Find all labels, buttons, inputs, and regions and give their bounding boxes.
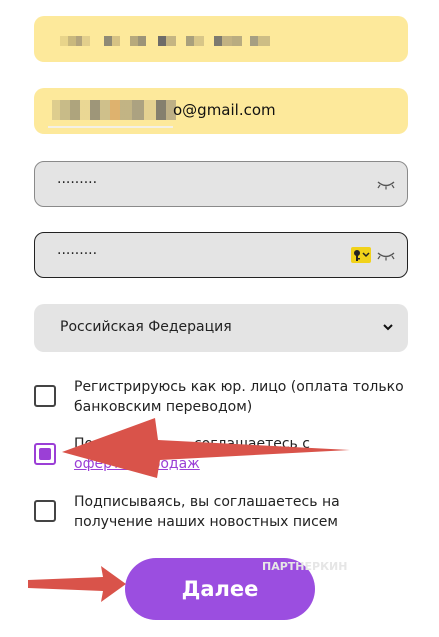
autofill-underline	[48, 126, 173, 128]
confirm-password-value: ·········	[57, 246, 98, 262]
eye-closed-icon[interactable]	[377, 180, 395, 190]
country-selected-value: Российская Федерация	[60, 319, 232, 335]
password-value: ·········	[57, 175, 98, 191]
offer-label-suffix: соглашаетесь с	[193, 436, 310, 452]
redacted-name-value	[60, 36, 270, 46]
legal-entity-label: Регистрируюсь как юр. лицо (оплата тольк…	[74, 379, 404, 415]
password-manager-key-icon[interactable]	[351, 247, 371, 263]
arrow-to-next-button	[28, 566, 126, 602]
eye-closed-icon[interactable]	[377, 251, 395, 261]
chevron-down-icon	[383, 324, 393, 331]
watermark-text: ПАРТНЕРКИН	[262, 560, 348, 573]
newsletter-label: Подписываясь, вы соглашаетесь на получен…	[74, 494, 340, 530]
legal-entity-checkbox[interactable]	[34, 385, 56, 407]
password-field[interactable]: ·········	[34, 161, 408, 207]
offer-label-prefix: Подп	[74, 436, 112, 452]
newsletter-checkbox[interactable]	[34, 500, 56, 522]
offer-agreement-checkbox[interactable]	[34, 443, 56, 465]
country-select[interactable]: Российская Федерация	[34, 304, 408, 352]
offer-link[interactable]: офертой продаж	[74, 456, 200, 472]
email-field[interactable]: o@gmail.com	[34, 88, 408, 134]
name-field[interactable]	[34, 16, 408, 62]
offer-agreement-label: Подп соглашаетесь с офертой продаж	[74, 434, 404, 474]
redacted-email-prefix	[46, 100, 176, 120]
confirm-password-field[interactable]: ·········	[34, 232, 408, 278]
email-value-suffix: o@gmail.com	[173, 101, 276, 119]
